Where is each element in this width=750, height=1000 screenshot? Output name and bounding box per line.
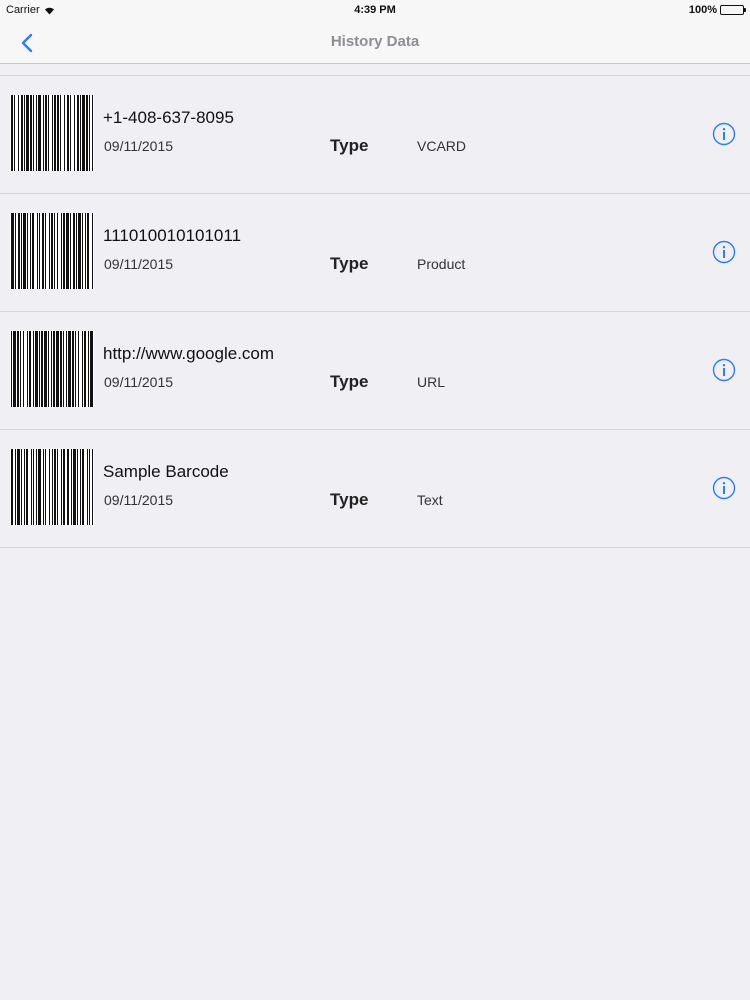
history-item-type: Product (417, 256, 466, 272)
history-item-type: Text (417, 492, 443, 508)
battery-indicator: 100% (688, 4, 746, 16)
info-button[interactable] (712, 122, 736, 146)
barcode-thumbnail (10, 449, 94, 525)
info-icon (712, 476, 736, 500)
history-item-date: 09/11/2015 (104, 492, 174, 508)
barcode-image (11, 213, 93, 289)
barcode-thumbnail (10, 213, 94, 289)
history-item-title: +1-408-637-8095 (103, 108, 234, 127)
history-item-type: VCARD (417, 138, 467, 154)
history-row[interactable]: 111010010101011 09/11/2015 Type Product (0, 194, 750, 312)
info-icon (712, 240, 736, 264)
barcode-image (11, 331, 93, 407)
navigation-bar: History Data (0, 22, 750, 64)
type-label: Type (330, 372, 369, 391)
info-button[interactable] (712, 358, 736, 382)
barcode-thumbnail (10, 95, 94, 171)
barcode-thumbnail (10, 331, 94, 407)
history-item-date: 09/11/2015 (104, 374, 174, 390)
history-item-date: 09/11/2015 (104, 138, 174, 154)
battery-icon (720, 5, 746, 15)
history-item-title: 111010010101011 (103, 226, 242, 245)
type-label: Type (330, 136, 369, 155)
info-button[interactable] (712, 476, 736, 500)
type-label: Type (330, 490, 369, 509)
history-list: +1-408-637-8095 09/11/2015 Type VCARD 111010… (0, 75, 750, 548)
status-bar: Carrier 4:39 PM 100% (0, 0, 750, 22)
barcode-image (11, 95, 93, 171)
battery-percent: 100% (688, 4, 717, 16)
info-icon (712, 122, 736, 146)
history-item-title: Sample Barcode (103, 462, 229, 481)
barcode-image (11, 449, 93, 525)
page-title: History Data (330, 33, 420, 50)
history-item-date: 09/11/2015 (104, 256, 174, 272)
history-row[interactable]: +1-408-637-8095 09/11/2015 Type VCARD (0, 76, 750, 194)
type-label: Type (330, 254, 369, 273)
history-row[interactable]: Sample Barcode 09/11/2015 Type Text (0, 430, 750, 548)
history-item-type: URL (417, 374, 446, 390)
history-row[interactable]: http://www.google.com 09/11/2015 Type URL (0, 312, 750, 430)
info-icon (712, 358, 736, 382)
status-time: 4:39 PM (354, 4, 396, 16)
info-button[interactable] (712, 240, 736, 264)
history-item-title: http://www.google.com (103, 344, 275, 363)
